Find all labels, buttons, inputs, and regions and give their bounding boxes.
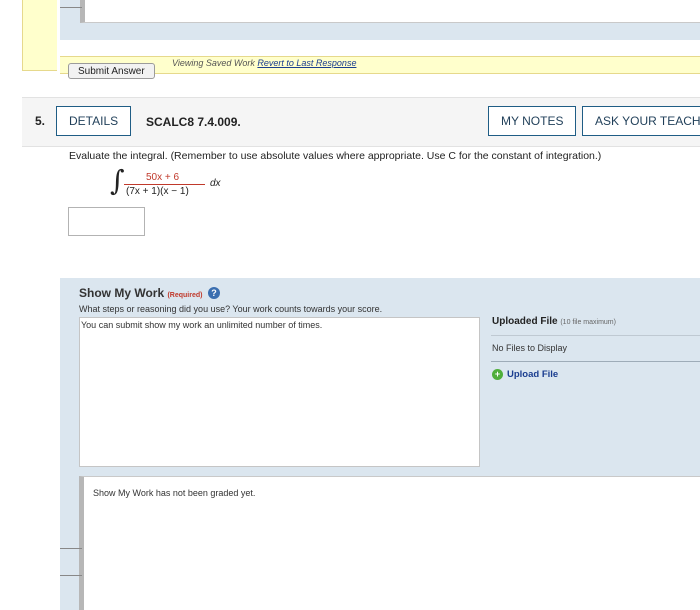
uploaded-file-header: Uploaded File (10 file maximum) xyxy=(492,316,616,327)
answer-input[interactable] xyxy=(68,207,145,236)
submit-answer-button[interactable]: Submit Answer xyxy=(68,63,155,79)
question-code: SCALC8 7.4.009. xyxy=(146,115,241,129)
ask-teacher-button[interactable]: ASK YOUR TEACHER xyxy=(582,106,700,136)
uploaded-file-max: (10 file maximum) xyxy=(560,319,616,326)
question-circle-icon[interactable]: ? xyxy=(208,287,220,299)
no-files-text: No Files to Display xyxy=(492,343,568,353)
saved-work-bar xyxy=(60,56,700,74)
integrand-numerator: 50x + 6 xyxy=(146,172,180,183)
upload-file-link[interactable]: Upload File xyxy=(507,369,558,380)
saved-work-label: Viewing Saved Work xyxy=(172,58,255,68)
integral-sign: ∫ xyxy=(110,164,125,197)
previous-work-box xyxy=(80,0,700,23)
question-prompt: Evaluate the integral. (Remember to use … xyxy=(69,150,602,162)
question-number: 5. xyxy=(35,114,46,128)
show-my-work-text: You can submit show my work an unlimited… xyxy=(81,320,323,330)
divider-tick xyxy=(60,548,82,549)
fraction-bar xyxy=(124,184,205,185)
uploaded-file-title: Uploaded File xyxy=(492,316,558,327)
revert-link[interactable]: Revert to Last Response xyxy=(257,58,356,68)
divider xyxy=(491,361,700,362)
divider-tick xyxy=(60,7,82,8)
show-my-work-subtitle: What steps or reasoning did you use? You… xyxy=(79,304,383,314)
show-my-work-textarea[interactable] xyxy=(79,317,480,467)
saved-work-notice: Viewing Saved Work Revert to Last Respon… xyxy=(172,58,356,68)
my-notes-button[interactable]: MY NOTES xyxy=(488,106,576,136)
grading-status-text: Show My Work has not been graded yet. xyxy=(93,488,256,498)
previous-question-sidebar xyxy=(22,0,57,71)
show-my-work-heading: Show My Work xyxy=(79,286,165,300)
divider-tick xyxy=(60,575,82,576)
details-button[interactable]: DETAILS xyxy=(56,106,131,136)
plus-circle-icon[interactable]: + xyxy=(492,369,503,380)
required-label: (Required) xyxy=(167,292,203,299)
divider xyxy=(491,335,700,336)
integrand-denominator: (7x + 1)(x − 1) xyxy=(126,186,189,197)
differential: dx xyxy=(210,178,221,189)
show-my-work-title: Show My Work (Required) xyxy=(79,286,202,300)
